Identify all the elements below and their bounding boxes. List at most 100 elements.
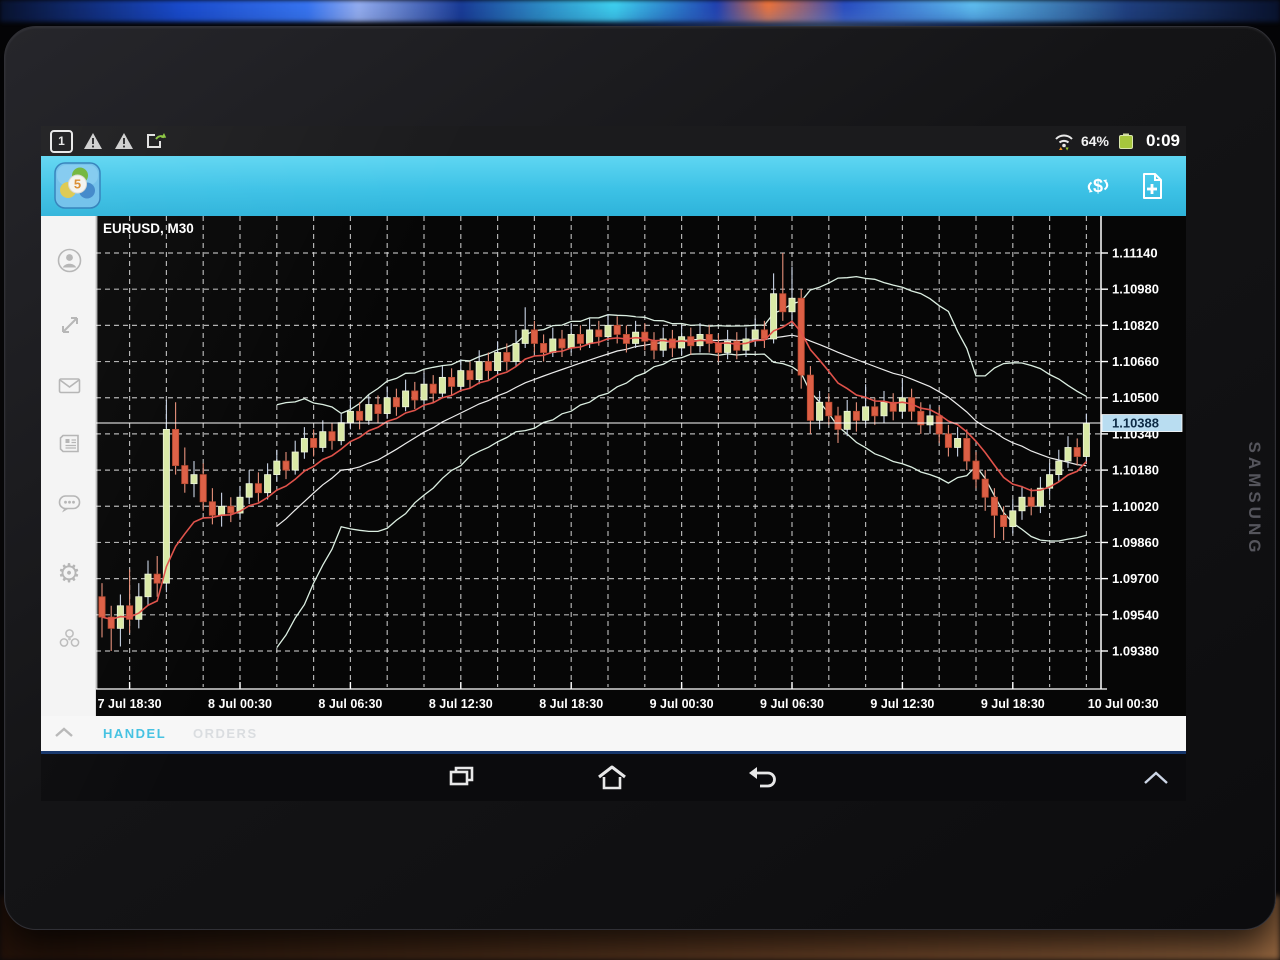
tab-trade[interactable]: HANDEL [103, 716, 166, 751]
candle [449, 377, 455, 386]
current-price-tag: 1.10388 [1102, 415, 1182, 432]
candle [283, 461, 289, 470]
back-button[interactable] [739, 762, 785, 794]
candle [265, 475, 271, 493]
chat-icon [56, 490, 83, 517]
candle [789, 298, 795, 312]
time-axis-label: 8 Jul 12:30 [429, 697, 493, 711]
recent-apps-icon [446, 763, 478, 793]
time-axis-label: 7 Jul 18:30 [98, 697, 162, 711]
candle [1019, 497, 1025, 511]
candle [991, 497, 997, 515]
android-navigation-bar [41, 754, 1186, 801]
candle [485, 362, 491, 371]
sidebar-item-trade[interactable] [55, 311, 83, 339]
tablet-screen: 1 64% 0:09 [41, 126, 1186, 801]
smart-capture-icon [144, 131, 168, 151]
recent-apps-button[interactable] [439, 762, 485, 794]
left-sidebar: ⚙ [41, 216, 96, 716]
sidebar-item-journal[interactable] [55, 624, 83, 652]
candle [715, 343, 721, 352]
trade-arrows-icon [56, 312, 83, 339]
candle [642, 332, 648, 341]
candle [320, 432, 326, 448]
account-icon [56, 247, 83, 274]
candle [513, 343, 519, 361]
candle [458, 371, 464, 387]
candle [393, 398, 399, 407]
candle [780, 294, 786, 312]
candle [973, 461, 979, 479]
sidebar-item-accounts[interactable] [55, 246, 83, 274]
candle [219, 506, 225, 515]
candle [182, 466, 188, 484]
candle [531, 330, 537, 344]
candle [605, 325, 611, 336]
collapse-panel-chevron-icon[interactable] [53, 725, 75, 744]
expand-chevron-button[interactable] [1133, 762, 1179, 794]
candle [421, 384, 427, 400]
candle [255, 484, 261, 493]
price-chart[interactable]: 1.111401.109801.108201.106601.105001.103… [96, 216, 1186, 716]
sidebar-item-settings[interactable]: ⚙ [55, 559, 83, 587]
candle [614, 325, 620, 334]
candle [1056, 461, 1062, 475]
candle [734, 341, 740, 350]
time-axis-label: 8 Jul 18:30 [539, 697, 603, 711]
candle [541, 343, 547, 352]
clock-label: 0:09 [1146, 131, 1180, 151]
candle [1083, 423, 1089, 456]
candle [329, 432, 335, 441]
candle [955, 438, 961, 447]
candle [173, 429, 179, 465]
candle [384, 398, 390, 414]
price-axis-label: 1.10660 [1112, 354, 1159, 369]
chart-area[interactable]: 1.111401.109801.108201.106601.105001.103… [96, 216, 1186, 716]
candle [439, 377, 445, 393]
time-axis-label: 8 Jul 00:30 [208, 697, 272, 711]
candle [982, 479, 988, 497]
notification-count-icon: 1 [50, 130, 73, 153]
candle [1074, 447, 1080, 456]
battery-percent-label: 64% [1081, 133, 1109, 149]
candle [936, 416, 942, 434]
candle [338, 423, 344, 441]
candle [743, 339, 749, 350]
candle [559, 339, 565, 348]
svg-text:$: $ [1093, 176, 1103, 196]
candle [596, 330, 602, 337]
bottom-tab-strip: HANDEL ORDERS [41, 716, 1186, 754]
candle [430, 384, 436, 393]
candle [881, 402, 887, 416]
candle [467, 371, 473, 380]
android-status-bar: 1 64% 0:09 [41, 126, 1186, 156]
candle [964, 438, 970, 461]
home-button[interactable] [589, 762, 635, 794]
sidebar-item-news[interactable] [55, 429, 83, 457]
quotes-trade-button[interactable]: $ [1082, 170, 1114, 202]
candle [209, 502, 215, 516]
candle [587, 330, 593, 344]
tab-orders[interactable]: ORDERS [193, 716, 258, 751]
candle [495, 353, 501, 371]
sidebar-item-mail[interactable] [55, 371, 83, 399]
candle [347, 411, 353, 422]
candle [504, 353, 510, 362]
price-axis-label: 1.09860 [1112, 535, 1159, 550]
svg-text:5: 5 [74, 177, 81, 192]
candle [136, 597, 142, 620]
price-axis-label: 1.11140 [1112, 246, 1158, 261]
candle [200, 475, 206, 502]
candle [577, 334, 583, 343]
sidebar-item-chat[interactable] [55, 489, 83, 517]
symbol-period-label: EURUSD, M30 [103, 221, 194, 236]
new-order-button[interactable] [1136, 170, 1168, 202]
candle [1001, 515, 1007, 526]
candle [1065, 447, 1071, 461]
metatrader5-logo-icon[interactable]: 5 [54, 162, 101, 209]
svg-text:EURUSD, M30: EURUSD, M30 [103, 221, 194, 236]
time-axis-label: 9 Jul 06:30 [760, 697, 824, 711]
candle [311, 438, 317, 447]
candle [826, 402, 832, 416]
candle [274, 461, 280, 475]
